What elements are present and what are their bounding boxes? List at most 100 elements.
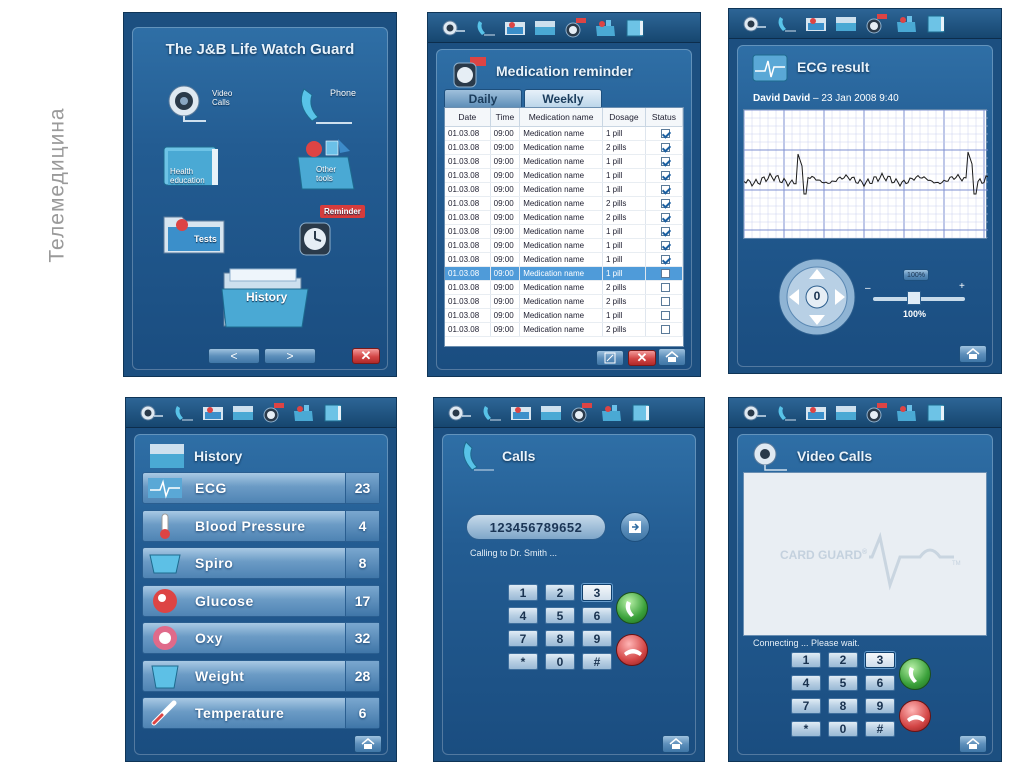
hangup-button[interactable] xyxy=(899,700,931,732)
home-button[interactable] xyxy=(658,348,686,366)
table-row[interactable]: 01.03.08 09:00 Medication name 2 pills xyxy=(445,322,683,337)
video-camera-icon[interactable] xyxy=(140,403,164,423)
key-9[interactable]: 9 xyxy=(865,698,895,714)
status-checkbox[interactable] xyxy=(660,184,670,194)
history-folder-icon[interactable] xyxy=(835,403,857,423)
table-row[interactable]: 01.03.08 09:00 Medication name 1 pill xyxy=(445,168,683,183)
call-button[interactable] xyxy=(899,658,931,690)
history-item[interactable]: History xyxy=(218,263,314,331)
key-3[interactable]: 3 xyxy=(582,584,612,601)
history-item-oxy[interactable]: Oxy 32 xyxy=(142,622,380,654)
history-folder-icon[interactable] xyxy=(835,14,857,34)
tab-weekly[interactable]: Weekly xyxy=(524,89,602,107)
status-checkbox[interactable] xyxy=(660,254,670,264)
history-item-spiro[interactable]: Spiro 8 xyxy=(142,547,380,579)
contacts-button[interactable] xyxy=(620,512,650,542)
tests-item[interactable]: Tests xyxy=(160,209,230,257)
key-3[interactable]: 3 xyxy=(865,652,895,668)
video-camera-icon[interactable] xyxy=(743,403,767,423)
delete-button[interactable]: ✕ xyxy=(628,350,656,366)
key-0[interactable]: 0 xyxy=(828,721,858,737)
key-1[interactable]: 1 xyxy=(508,584,538,601)
table-row[interactable]: 01.03.08 09:00 Medication name 1 pill xyxy=(445,154,683,169)
reminder-clock-icon[interactable] xyxy=(570,402,592,423)
table-row[interactable]: 01.03.08 09:00 Medication name 1 pill xyxy=(445,224,683,239)
table-row[interactable]: 01.03.08 09:00 Medication name 2 pills xyxy=(445,280,683,295)
history-item-glucose[interactable]: Glucose 17 xyxy=(142,584,380,617)
status-checkbox[interactable] xyxy=(660,268,670,278)
status-checkbox[interactable] xyxy=(660,128,670,138)
status-checkbox[interactable] xyxy=(660,142,670,152)
key-hash[interactable]: # xyxy=(582,653,612,670)
table-row[interactable]: 01.03.08 09:00 Medication name 1 pill xyxy=(445,182,683,197)
table-row[interactable]: 01.03.08 09:00 Medication name 1 pill xyxy=(445,266,683,281)
dpad-center[interactable]: 0 xyxy=(807,289,827,305)
phone-icon[interactable] xyxy=(172,403,194,423)
zoom-reset-button[interactable]: 100% xyxy=(903,269,929,281)
table-row[interactable]: 01.03.08 09:00 Medication name 2 pills xyxy=(445,196,683,211)
tests-folder-icon[interactable] xyxy=(510,403,532,423)
reminder-clock-icon[interactable] xyxy=(865,402,887,423)
key-1[interactable]: 1 xyxy=(791,652,821,668)
column-header[interactable]: Date xyxy=(445,108,491,127)
home-button[interactable] xyxy=(354,735,382,753)
status-checkbox[interactable] xyxy=(660,170,670,180)
key-star[interactable]: * xyxy=(791,721,821,737)
other-tools-item[interactable]: Other tools xyxy=(292,135,362,195)
history-folder-icon[interactable] xyxy=(232,403,254,423)
home-button[interactable] xyxy=(959,345,987,363)
reminder-clock-icon[interactable] xyxy=(262,402,284,423)
key-0[interactable]: 0 xyxy=(545,653,575,670)
status-checkbox[interactable] xyxy=(660,296,670,306)
table-row[interactable]: 01.03.08 09:00 Medication name 1 pill xyxy=(445,308,683,323)
tests-folder-icon[interactable] xyxy=(805,403,827,423)
home-button[interactable] xyxy=(959,735,987,753)
history-folder-icon[interactable] xyxy=(534,18,556,38)
table-row[interactable]: 01.03.08 09:00 Medication name 2 pills xyxy=(445,210,683,225)
health-education-book-icon[interactable] xyxy=(925,403,947,423)
table-row[interactable]: 01.03.08 09:00 Medication name 2 pills xyxy=(445,140,683,155)
status-checkbox[interactable] xyxy=(660,198,670,208)
health-education-book-icon[interactable] xyxy=(322,403,344,423)
tab-daily[interactable]: Daily xyxy=(444,89,522,107)
phone-icon[interactable] xyxy=(775,14,797,34)
key-7[interactable]: 7 xyxy=(508,630,538,647)
column-header[interactable]: Time xyxy=(490,108,521,127)
health-education-book-icon[interactable] xyxy=(925,14,947,34)
phone-icon[interactable] xyxy=(775,403,797,423)
history-item-ecg[interactable]: ECG 23 xyxy=(142,472,380,504)
key-hash[interactable]: # xyxy=(865,721,895,737)
number-field[interactable]: 123456789652 xyxy=(466,514,606,540)
key-4[interactable]: 4 xyxy=(508,607,538,624)
tests-folder-icon[interactable] xyxy=(202,403,224,423)
zoom-slider-thumb[interactable] xyxy=(907,291,921,305)
status-checkbox[interactable] xyxy=(660,310,670,320)
history-item-weight[interactable]: Weight 28 xyxy=(142,659,380,692)
key-5[interactable]: 5 xyxy=(828,675,858,691)
phone-icon[interactable] xyxy=(474,18,496,38)
other-tools-box-icon[interactable] xyxy=(895,14,917,34)
reminder-clock-icon[interactable] xyxy=(564,17,586,38)
video-camera-icon[interactable] xyxy=(448,403,472,423)
phone-icon[interactable] xyxy=(480,403,502,423)
table-row[interactable]: 01.03.08 09:00 Medication name 1 pill xyxy=(445,126,683,141)
key-2[interactable]: 2 xyxy=(828,652,858,668)
key-8[interactable]: 8 xyxy=(828,698,858,714)
other-tools-box-icon[interactable] xyxy=(895,403,917,423)
tests-folder-icon[interactable] xyxy=(504,18,526,38)
status-checkbox[interactable] xyxy=(660,240,670,250)
status-checkbox[interactable] xyxy=(660,324,670,334)
other-tools-box-icon[interactable] xyxy=(594,18,616,38)
health-education-book-icon[interactable] xyxy=(624,18,646,38)
key-star[interactable]: * xyxy=(508,653,538,670)
key-7[interactable]: 7 xyxy=(791,698,821,714)
other-tools-box-icon[interactable] xyxy=(292,403,314,423)
reminder-item[interactable]: Reminder xyxy=(292,203,372,261)
key-6[interactable]: 6 xyxy=(865,675,895,691)
call-button[interactable] xyxy=(616,592,648,624)
table-row[interactable]: 01.03.08 09:00 Medication name 1 pill xyxy=(445,238,683,253)
key-8[interactable]: 8 xyxy=(545,630,575,647)
status-checkbox[interactable] xyxy=(660,226,670,236)
direction-pad[interactable]: 0 xyxy=(777,257,857,337)
close-button[interactable]: ✕ xyxy=(352,348,380,364)
